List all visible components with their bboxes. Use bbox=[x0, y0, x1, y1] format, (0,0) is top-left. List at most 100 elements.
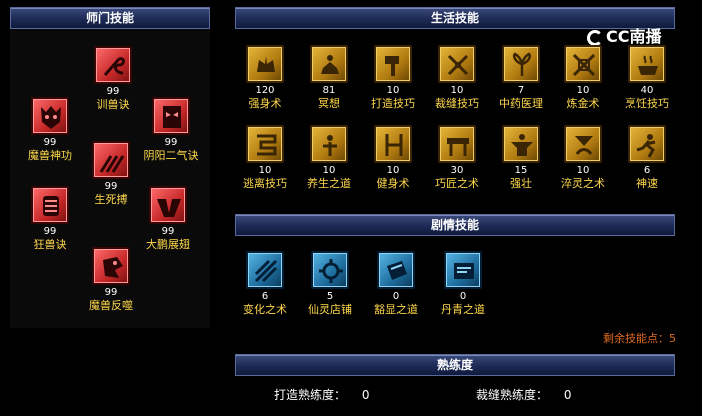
life-skill-4[interactable]: 7 中药医理 bbox=[486, 45, 556, 111]
scroll-icon bbox=[444, 251, 482, 289]
wings-icon bbox=[149, 186, 187, 224]
meditate-icon bbox=[310, 45, 348, 83]
skill-name: 阴阳二气诀 bbox=[143, 149, 199, 162]
skill-level: 0 bbox=[459, 291, 467, 302]
temper-icon bbox=[564, 125, 602, 163]
story-skill-3[interactable]: 0 丹青之道 bbox=[428, 251, 498, 317]
skill-name: 健身术 bbox=[376, 177, 410, 190]
fitness-icon bbox=[374, 125, 412, 163]
skill-level: 81 bbox=[322, 85, 336, 96]
forge-proficiency: 打造熟练度： 0 bbox=[274, 386, 369, 403]
tailor-proficiency-label: 裁缝熟练度： bbox=[476, 388, 549, 402]
life-skill-2[interactable]: 10 打造技巧 bbox=[358, 45, 428, 111]
skill-name: 丹青之道 bbox=[441, 303, 485, 316]
tailor-proficiency-value: 0 bbox=[563, 388, 572, 402]
skill-name: 神速 bbox=[636, 177, 658, 190]
skill-level: 40 bbox=[640, 85, 654, 96]
skill-name: 炼金术 bbox=[566, 97, 600, 110]
life-skill-3[interactable]: 10 裁缝技巧 bbox=[422, 45, 492, 111]
skill-name: 仙灵店铺 bbox=[308, 303, 352, 316]
transform-icon bbox=[246, 251, 284, 289]
skill-level: 0 bbox=[392, 291, 400, 302]
health-icon bbox=[310, 125, 348, 163]
craftsman-icon bbox=[438, 125, 476, 163]
skill-level: 99 bbox=[104, 287, 118, 298]
skill-name: 狂兽诀 bbox=[33, 238, 67, 251]
skill-name: 巧匠之术 bbox=[435, 177, 479, 190]
life-skill-13[interactable]: 6 神速 bbox=[612, 125, 682, 191]
skill-level: 10 bbox=[258, 165, 272, 176]
life-skill-9[interactable]: 10 健身术 bbox=[358, 125, 428, 191]
life-skill-6[interactable]: 40 烹饪技巧 bbox=[612, 45, 682, 111]
skill-name: 冥想 bbox=[318, 97, 340, 110]
claw-icon bbox=[92, 141, 130, 179]
skill-level: 10 bbox=[576, 165, 590, 176]
life-skill-11[interactable]: 15 强壮 bbox=[486, 125, 556, 191]
skill-level: 10 bbox=[450, 85, 464, 96]
skill-level: 99 bbox=[164, 137, 178, 148]
school-skill-2[interactable]: 99 阴阳二气诀 bbox=[136, 97, 206, 163]
skill-level: 30 bbox=[450, 165, 464, 176]
forge-proficiency-value: 0 bbox=[361, 388, 370, 402]
skill-level: 10 bbox=[576, 85, 590, 96]
skill-level: 6 bbox=[643, 165, 651, 176]
life-skill-5[interactable]: 10 炼金术 bbox=[548, 45, 618, 111]
school-skills-header: 师门技能 bbox=[10, 7, 210, 29]
muscle-icon bbox=[246, 45, 284, 83]
speed-icon bbox=[628, 125, 666, 163]
skill-name: 中药医理 bbox=[499, 97, 543, 110]
skill-name: 养生之道 bbox=[307, 177, 351, 190]
watermark-text: CC南播 bbox=[606, 27, 662, 46]
skill-name: 豁显之道 bbox=[374, 303, 418, 316]
skill-level: 7 bbox=[517, 85, 525, 96]
skill-level: 120 bbox=[255, 85, 275, 96]
life-skill-10[interactable]: 30 巧匠之术 bbox=[422, 125, 492, 191]
skill-level: 15 bbox=[514, 165, 528, 176]
skill-name: 强壮 bbox=[510, 177, 532, 190]
skill-level: 99 bbox=[43, 226, 57, 237]
skill-name: 裁缝技巧 bbox=[435, 97, 479, 110]
life-skill-8[interactable]: 10 养生之道 bbox=[294, 125, 364, 191]
skill-level: 5 bbox=[326, 291, 334, 302]
cooking-icon bbox=[628, 45, 666, 83]
story-skill-2[interactable]: 0 豁显之道 bbox=[361, 251, 431, 317]
life-skill-0[interactable]: 120 强身术 bbox=[230, 45, 300, 111]
skull-icon bbox=[31, 186, 69, 224]
life-skill-7[interactable]: 10 逃离技巧 bbox=[230, 125, 300, 191]
skill-name: 变化之术 bbox=[243, 303, 287, 316]
skill-level: 10 bbox=[322, 165, 336, 176]
mask-icon bbox=[152, 97, 190, 135]
cc-logo-icon bbox=[587, 29, 603, 46]
school-skill-1[interactable]: 99 魔兽神功 bbox=[15, 97, 85, 163]
skill-level: 10 bbox=[386, 165, 400, 176]
cc-watermark: CC南播 bbox=[587, 23, 662, 47]
proficiency-header: 熟练度 bbox=[235, 354, 675, 376]
shop-icon bbox=[311, 251, 349, 289]
herb-icon bbox=[502, 45, 540, 83]
skill-name: 魔兽反噬 bbox=[89, 299, 133, 312]
skill-name: 淬灵之术 bbox=[561, 177, 605, 190]
alchemy-icon bbox=[564, 45, 602, 83]
skill-name: 烹饪技巧 bbox=[625, 97, 669, 110]
whip-icon bbox=[94, 46, 132, 84]
school-skill-4[interactable]: 99 狂兽诀 bbox=[15, 186, 85, 252]
remaining-skill-points: 剩余技能点：5 bbox=[603, 332, 676, 345]
skill-name: 打造技巧 bbox=[371, 97, 415, 110]
skill-level: 6 bbox=[261, 291, 269, 302]
beast-face-icon bbox=[31, 97, 69, 135]
roar-icon bbox=[92, 247, 130, 285]
school-skill-6[interactable]: 99 魔兽反噬 bbox=[76, 247, 146, 313]
book-icon bbox=[377, 251, 415, 289]
life-skill-1[interactable]: 81 冥想 bbox=[294, 45, 364, 111]
story-skill-1[interactable]: 5 仙灵店铺 bbox=[295, 251, 365, 317]
skill-level: 99 bbox=[161, 226, 175, 237]
school-skill-5[interactable]: 99 大鹏展翅 bbox=[133, 186, 203, 252]
skill-level: 10 bbox=[386, 85, 400, 96]
life-skill-12[interactable]: 10 淬灵之术 bbox=[548, 125, 618, 191]
hammer-icon bbox=[374, 45, 412, 83]
skill-name: 强身术 bbox=[248, 97, 282, 110]
story-skill-0[interactable]: 6 变化之术 bbox=[230, 251, 300, 317]
strength-icon bbox=[502, 125, 540, 163]
scissors-icon bbox=[438, 45, 476, 83]
story-skills-header: 剧情技能 bbox=[235, 214, 675, 236]
